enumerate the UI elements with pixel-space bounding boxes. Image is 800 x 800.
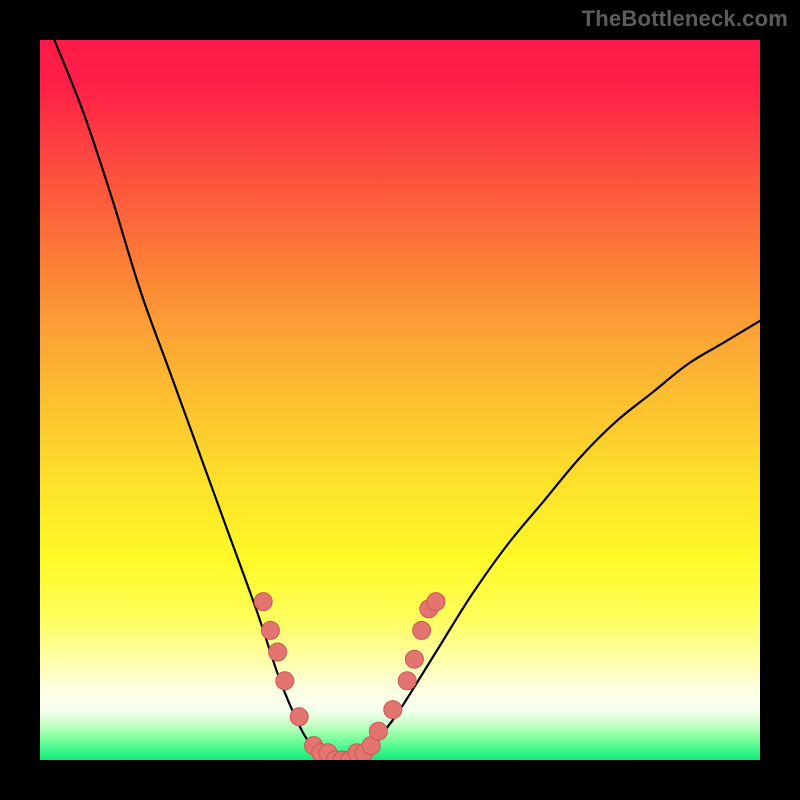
marker-dot bbox=[290, 708, 308, 726]
bottleneck-curve bbox=[54, 40, 760, 760]
watermark-text: TheBottleneck.com bbox=[582, 6, 788, 32]
marker-dot bbox=[254, 593, 272, 611]
highlighted-points bbox=[254, 593, 445, 760]
marker-dot bbox=[369, 722, 387, 740]
marker-dot bbox=[427, 593, 445, 611]
chart-frame: TheBottleneck.com bbox=[0, 0, 800, 800]
marker-dot bbox=[384, 701, 402, 719]
marker-dot bbox=[398, 672, 416, 690]
chart-svg bbox=[40, 40, 760, 760]
marker-dot bbox=[276, 672, 294, 690]
marker-dot bbox=[269, 643, 287, 661]
marker-dot bbox=[261, 621, 279, 639]
marker-dot bbox=[413, 621, 431, 639]
plot-area bbox=[40, 40, 760, 760]
marker-dot bbox=[405, 650, 423, 668]
